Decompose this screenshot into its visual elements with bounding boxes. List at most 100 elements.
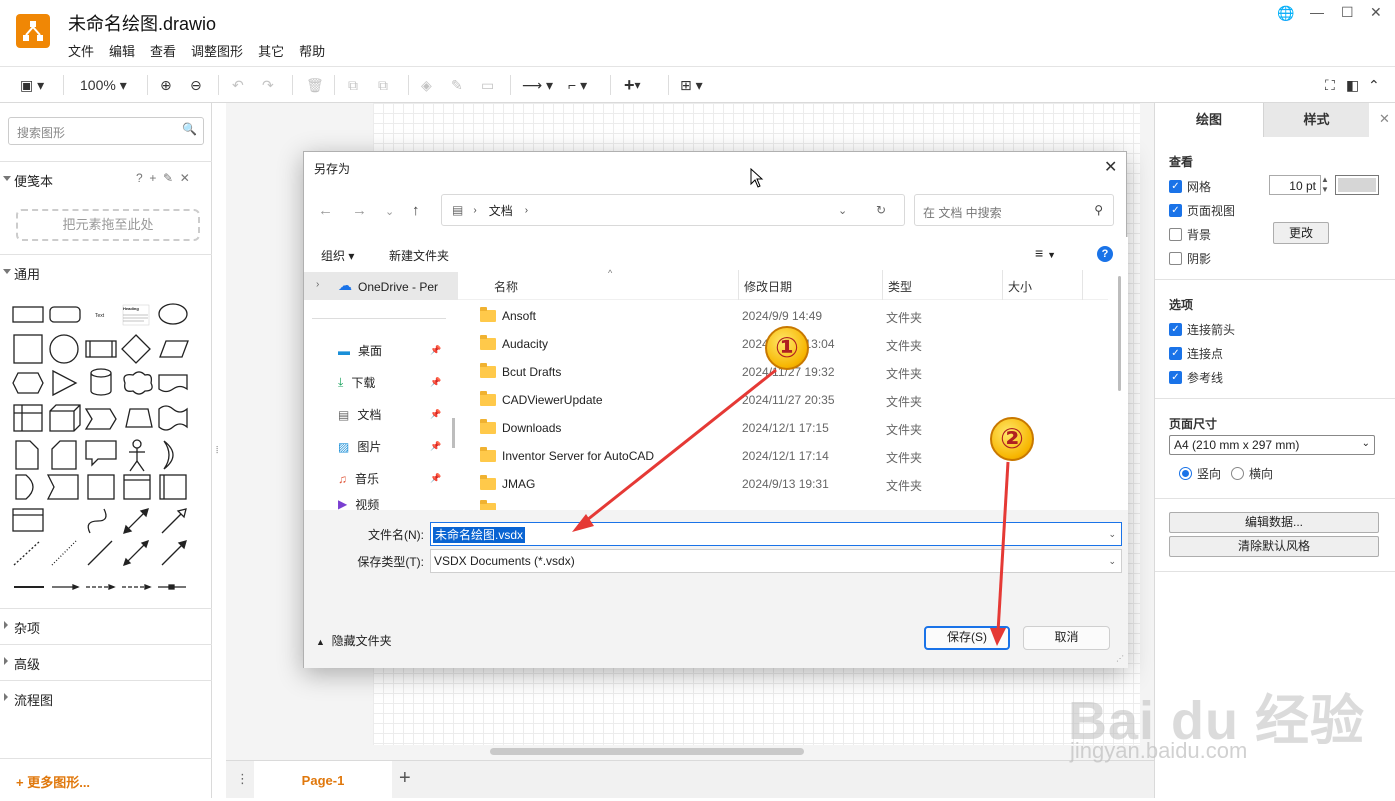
tab-style[interactable]: 样式	[1263, 103, 1369, 137]
guides-checkbox[interactable]: ✓	[1169, 371, 1182, 384]
dialog-close-icon[interactable]: ✕	[1104, 157, 1117, 177]
advanced-header[interactable]: 高级	[0, 644, 212, 678]
recent-locations-icon[interactable]: ⌄	[385, 205, 394, 218]
zoom-in-icon[interactable]: ⊕	[160, 75, 172, 95]
cancel-button[interactable]: 取消	[1023, 626, 1110, 650]
nav-documents[interactable]: ▤ 文档 📌	[338, 406, 442, 423]
flowchart-header[interactable]: 流程图	[0, 680, 212, 714]
collapse-up-icon[interactable]: ⌃	[1368, 75, 1380, 95]
hide-folders-toggle[interactable]: ▲ 隐藏文件夹	[316, 632, 392, 649]
help-icon[interactable]: ?	[1097, 246, 1113, 262]
filename-dropdown-icon[interactable]: ⌄	[1108, 529, 1116, 540]
nav-desktop[interactable]: ▬ 桌面 📌	[338, 342, 442, 359]
waypoints-icon[interactable]: ⌐ ▾	[568, 75, 587, 95]
portrait-radio[interactable]	[1179, 467, 1192, 480]
search-icon[interactable]: 🔍	[182, 122, 197, 136]
add-page-icon[interactable]: +	[399, 767, 411, 790]
address-folder[interactable]: 文档	[489, 202, 513, 219]
onedrive-item[interactable]: › ☁ OneDrive - Per	[304, 272, 458, 300]
close-panel-icon[interactable]: ✕	[1379, 111, 1390, 127]
connection-arrows-checkbox[interactable]: ✓	[1169, 323, 1182, 336]
language-globe-icon[interactable]: 🌐	[1277, 5, 1294, 22]
up-icon[interactable]: ↑	[412, 202, 420, 219]
document-title[interactable]: 未命名绘图.drawio	[68, 10, 216, 36]
nav-scrollbar[interactable]	[452, 418, 455, 448]
scratchpad-header[interactable]: 便笺本 ? + ✎ ✕	[0, 161, 212, 195]
insert-icon[interactable]: + ▾	[624, 75, 641, 95]
grid-option[interactable]: ✓ 网格	[1169, 178, 1211, 195]
shadow-checkbox[interactable]	[1169, 252, 1182, 265]
refresh-icon[interactable]: ↻	[876, 203, 886, 217]
redo-icon[interactable]: ↷	[262, 75, 274, 95]
filetype-select[interactable]: VSDX Documents (*.vsdx) ⌄	[430, 549, 1122, 573]
page-view-checkbox[interactable]: ✓	[1169, 204, 1182, 217]
forward-icon[interactable]: →	[352, 202, 367, 219]
back-icon[interactable]: ←	[318, 202, 333, 219]
panel-icon[interactable]: ◧	[1346, 75, 1359, 95]
table-icon[interactable]: ⊞ ▾	[680, 75, 703, 95]
more-shapes-button[interactable]: + 更多图形...	[16, 772, 90, 791]
close-icon[interactable]: ✕	[180, 171, 190, 185]
edit-data-button[interactable]: 编辑数据...	[1169, 512, 1379, 533]
tab-diagram[interactable]: 绘图	[1155, 103, 1263, 137]
shadow-option[interactable]: 阴影	[1169, 250, 1211, 267]
portrait-option[interactable]: 竖向	[1179, 465, 1221, 482]
misc-header[interactable]: 杂项	[0, 608, 212, 642]
shadow-icon[interactable]: ▭	[481, 75, 494, 95]
address-dropdown-icon[interactable]: ⌄	[838, 204, 847, 217]
help-icon[interactable]: ?	[136, 171, 143, 185]
file-row[interactable]: CADViewerUpdate 2024/11/27 20:35 文件夹	[478, 386, 1108, 414]
partial-file-row[interactable]	[478, 500, 1108, 510]
undo-icon[interactable]: ↶	[232, 75, 244, 95]
file-list-scrollbar[interactable]	[1118, 276, 1121, 391]
menu-help[interactable]: 帮助	[299, 41, 325, 60]
connection-arrows-option[interactable]: ✓ 连接箭头	[1169, 321, 1235, 338]
background-option[interactable]: 背景	[1169, 226, 1211, 243]
change-background-button[interactable]: 更改	[1273, 222, 1329, 244]
shape-search-input[interactable]: 搜索图形 🔍	[8, 117, 204, 145]
menu-extras[interactable]: 其它	[258, 41, 284, 60]
sidebar-resize-handle[interactable]: ⦙	[216, 445, 218, 456]
filename-input[interactable]: 未命名绘图.vsdx ⌄	[430, 522, 1122, 546]
grid-size-input[interactable]: 10 pt	[1269, 175, 1321, 195]
general-header[interactable]: 通用	[0, 254, 212, 288]
to-back-icon[interactable]: ⧉	[378, 75, 388, 95]
landscape-radio[interactable]	[1231, 467, 1244, 480]
delete-icon[interactable]: 🗑	[306, 75, 324, 95]
save-button[interactable]: 保存(S)	[924, 626, 1010, 650]
col-type[interactable]: 类型	[888, 278, 912, 295]
grid-size-stepper[interactable]: ▲ ▼	[1321, 175, 1329, 195]
file-row[interactable]: Ansoft 2024/9/9 14:49 文件夹	[478, 302, 1108, 330]
horizontal-scrollbar[interactable]	[490, 748, 804, 755]
nav-downloads[interactable]: ⤓ 下载 📌	[338, 374, 442, 391]
resize-grip-icon[interactable]: ⋰	[1116, 654, 1124, 663]
connection-icon[interactable]: ⟶ ▾	[522, 75, 553, 95]
col-name[interactable]: 名称	[494, 278, 518, 295]
search-icon[interactable]: ⚲	[1094, 203, 1103, 217]
col-date[interactable]: 修改日期	[744, 278, 792, 295]
connection-points-option[interactable]: ✓ 连接点	[1169, 345, 1223, 362]
scratchpad-drop-zone[interactable]: 把元素拖至此处	[16, 209, 200, 241]
guides-option[interactable]: ✓ 参考线	[1169, 369, 1223, 386]
connection-points-checkbox[interactable]: ✓	[1169, 347, 1182, 360]
nav-pictures[interactable]: ▨ 图片 📌	[338, 438, 442, 455]
to-front-icon[interactable]: ⧉	[348, 75, 358, 95]
add-icon[interactable]: +	[149, 171, 156, 185]
new-folder-button[interactable]: 新建文件夹	[389, 247, 449, 264]
fullscreen-icon[interactable]: ⛶	[1325, 75, 1335, 95]
pages-menu-icon[interactable]: ⋮	[236, 771, 249, 787]
zoom-select[interactable]: 100% ▾	[80, 75, 127, 95]
grid-color-swatch[interactable]	[1335, 175, 1379, 195]
menu-view[interactable]: 查看	[150, 41, 176, 60]
expand-icon[interactable]: ›	[316, 279, 319, 290]
paper-size-select[interactable]: A4 (210 mm x 297 mm) ⌄	[1169, 435, 1375, 455]
page-view-option[interactable]: ✓ 页面视图	[1169, 202, 1235, 219]
address-bar[interactable]: ▤ › 文档 › ⌄ ↻	[441, 194, 905, 226]
folder-search-input[interactable]: 在 文档 中搜索 ⚲	[914, 194, 1114, 226]
menu-edit[interactable]: 编辑	[109, 41, 135, 60]
format-panel-toggle-icon[interactable]: ▣ ▾	[20, 75, 44, 95]
zoom-out-icon[interactable]: ⊖	[190, 75, 202, 95]
shape-palette[interactable]: Text Heading	[8, 299, 204, 599]
menu-file[interactable]: 文件	[68, 41, 94, 60]
organize-button[interactable]: 组织 ▾	[321, 247, 354, 264]
